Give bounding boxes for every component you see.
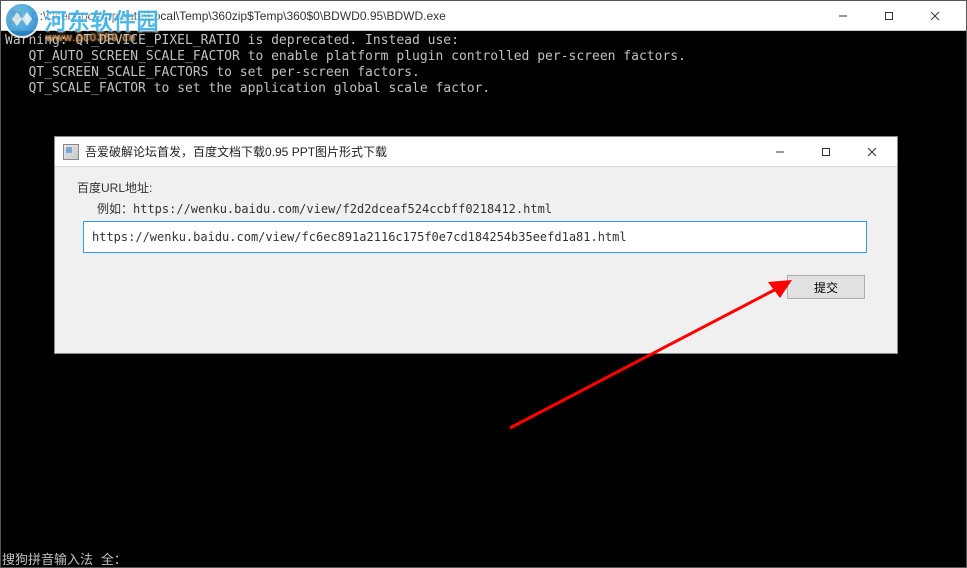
download-dialog: 吾爱破解论坛首发，百度文档下载0.95 PPT图片形式下载 百度URL地址: 例… [54, 136, 898, 354]
dialog-title: 吾爱破解论坛首发，百度文档下载0.95 PPT图片形式下载 [85, 143, 757, 160]
console-line: QT_AUTO_SCREEN_SCALE_FACTOR to enable pl… [5, 49, 686, 64]
url-label: 百度URL地址: [77, 179, 875, 196]
ime-status: 搜狗拼音输入法 全： [0, 548, 129, 568]
dialog-minimize-button[interactable] [757, 137, 803, 167]
url-input[interactable] [83, 221, 867, 253]
watermark-logo: 河东软件园 www.pc0359.cn [4, 2, 159, 38]
close-button[interactable] [912, 1, 958, 31]
console-line: QT_SCREEN_SCALE_FACTORS to set per-scree… [5, 65, 420, 80]
minimize-button[interactable] [820, 1, 866, 31]
logo-subtext: www.pc0359.cn [46, 32, 136, 44]
dialog-maximize-button[interactable] [803, 137, 849, 167]
window-controls [820, 1, 958, 31]
submit-row: 提交 [77, 275, 875, 299]
submit-button[interactable]: 提交 [787, 275, 865, 299]
dialog-close-button[interactable] [849, 137, 895, 167]
dialog-body: 百度URL地址: 例如：https://wenku.baidu.com/view… [55, 167, 897, 311]
dialog-titlebar: 吾爱破解论坛首发，百度文档下载0.95 PPT图片形式下载 [55, 137, 897, 167]
url-hint: 例如：https://wenku.baidu.com/view/f2d2dcea… [97, 200, 875, 217]
console-line: QT_SCALE_FACTOR to set the application g… [5, 81, 490, 96]
app-icon [63, 144, 79, 160]
dialog-window-controls [757, 137, 895, 167]
maximize-button[interactable] [866, 1, 912, 31]
logo-badge-icon [4, 2, 40, 38]
